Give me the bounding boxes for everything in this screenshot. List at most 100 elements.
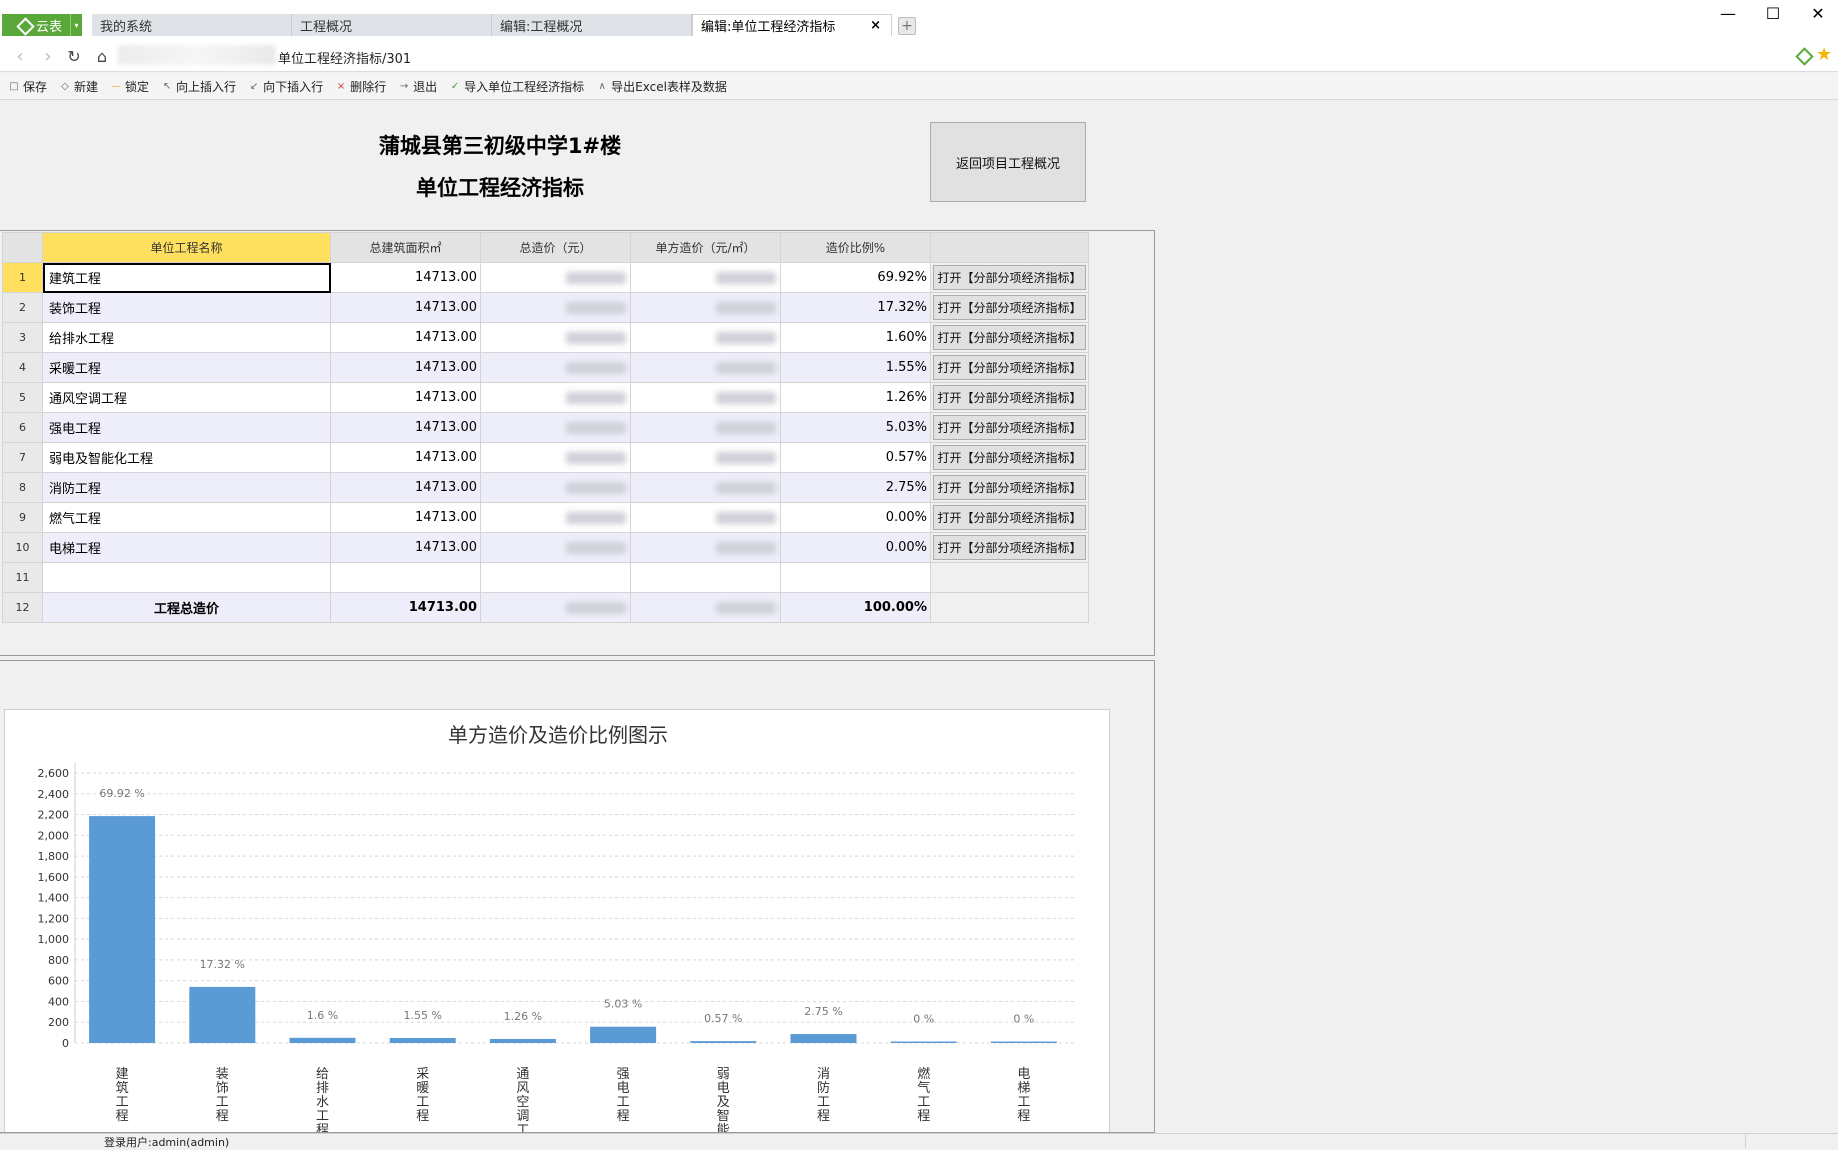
row-number[interactable]: 4 [2,352,43,383]
row-number[interactable]: 5 [2,382,43,413]
unit-name-cell[interactable]: 装饰工程 [42,292,331,323]
ratio-cell[interactable]: 2.75% [780,472,931,503]
row-number[interactable]: 8 [2,472,43,503]
row-number[interactable]: 6 [2,412,43,443]
total-cost-cell[interactable] [480,442,631,473]
total-cost-cell[interactable] [480,382,631,413]
open-subitem-indicators-button[interactable]: 打开【分部分项经济指标】 [933,535,1086,560]
row-number[interactable]: 9 [2,502,43,533]
empty-cell[interactable] [630,562,781,593]
close-window-button[interactable]: ✕ [1798,3,1838,23]
unit-cost-cell[interactable] [630,442,781,473]
minimize-button[interactable]: — [1708,3,1748,23]
unit-cost-cell[interactable] [630,412,781,443]
unit-name-cell[interactable]: 消防工程 [42,472,331,503]
row-number[interactable]: 12 [2,592,43,623]
unit-cost-cell[interactable] [630,502,781,533]
url-text[interactable]: 单位工程经济指标/301 [278,48,411,67]
unit-name-cell[interactable]: 电梯工程 [42,532,331,563]
row-number[interactable]: 1 [2,262,43,293]
chevron-down-icon[interactable]: ▾ [70,14,82,36]
area-cell[interactable]: 14713.00 [330,412,481,443]
unit-cost-cell[interactable] [630,322,781,353]
tab-my-system[interactable]: 我的系统 [92,14,292,36]
unit-cost-cell[interactable] [630,472,781,503]
url-redacted[interactable] [118,45,276,65]
open-subitem-indicators-button[interactable]: 打开【分部分项经济指标】 [933,325,1086,350]
new-button[interactable]: ◇ 新建 [59,78,98,95]
export-excel-button[interactable]: ∧ 导出Excel表样及数据 [596,78,726,95]
tab-edit-unit-indicators[interactable]: 编辑:单位工程经济指标 × [692,14,892,36]
row-number[interactable]: 7 [2,442,43,473]
area-cell[interactable]: 14713.00 [330,262,481,293]
app-menu-button[interactable]: 云表 ▾ [2,14,82,36]
ratio-cell[interactable]: 5.03% [780,412,931,443]
ratio-cell[interactable]: 0.57% [780,442,931,473]
row-number[interactable]: 2 [2,292,43,323]
save-button[interactable]: □ 保存 [8,78,47,95]
empty-cell[interactable] [42,562,331,593]
total-cost-cell[interactable] [480,292,631,323]
open-subitem-indicators-button[interactable]: 打开【分部分项经济指标】 [933,355,1086,380]
area-cell[interactable]: 14713.00 [330,532,481,563]
back-nav-button[interactable]: ‹ [10,46,30,67]
area-cell[interactable]: 14713.00 [330,442,481,473]
ratio-cell[interactable]: 69.92% [780,262,931,293]
back-to-project-button[interactable]: 返回项目工程概况 [930,122,1086,202]
area-cell[interactable]: 14713.00 [330,322,481,353]
open-subitem-indicators-button[interactable]: 打开【分部分项经济指标】 [933,505,1086,530]
area-cell[interactable]: 14713.00 [330,292,481,323]
ratio-cell[interactable]: 0.00% [780,502,931,533]
import-indicators-button[interactable]: ✓ 导入单位工程经济指标 [449,78,584,95]
unit-name-cell[interactable]: 建筑工程 [42,262,331,293]
tab-edit-project-overview[interactable]: 编辑:工程概况 [492,14,692,36]
insert-row-above-button[interactable]: ↖ 向上插入行 [161,78,236,95]
total-cost-cell[interactable] [480,412,631,443]
total-cost-cell[interactable] [480,322,631,353]
unit-name-cell[interactable]: 采暖工程 [42,352,331,383]
total-cost-cell[interactable] [480,502,631,533]
forward-nav-button[interactable]: › [38,46,58,67]
unit-name-cell[interactable]: 强电工程 [42,412,331,443]
exit-button[interactable]: → 退出 [398,78,437,95]
open-subitem-indicators-button[interactable]: 打开【分部分项经济指标】 [933,385,1086,410]
tab-project-overview[interactable]: 工程概况 [292,14,492,36]
unit-cost-cell[interactable] [630,532,781,563]
unit-name-cell[interactable]: 弱电及智能化工程 [42,442,331,473]
area-cell[interactable]: 14713.00 [330,352,481,383]
new-tab-button[interactable]: + [898,17,916,35]
unit-name-cell[interactable]: 通风空调工程 [42,382,331,413]
ratio-cell[interactable]: 0.00% [780,532,931,563]
row-number[interactable]: 3 [2,322,43,353]
unit-cost-cell[interactable] [630,382,781,413]
ratio-cell[interactable]: 1.60% [780,322,931,353]
lock-button[interactable]: — 锁定 [110,78,149,95]
total-cost-cell[interactable] [480,352,631,383]
ratio-cell[interactable]: 1.26% [780,382,931,413]
empty-cell[interactable] [780,562,931,593]
unit-name-cell[interactable]: 给排水工程 [42,322,331,353]
ratio-cell[interactable]: 17.32% [780,292,931,323]
favorite-star-icon[interactable]: ★ [1816,44,1832,65]
area-cell[interactable]: 14713.00 [330,502,481,533]
delete-row-button[interactable]: × 删除行 [335,78,386,95]
maximize-button[interactable]: ☐ [1753,3,1793,23]
area-cell[interactable]: 14713.00 [330,382,481,413]
unit-cost-cell[interactable] [630,262,781,293]
open-subitem-indicators-button[interactable]: 打开【分部分项经济指标】 [933,445,1086,470]
open-subitem-indicators-button[interactable]: 打开【分部分项经济指标】 [933,295,1086,320]
open-subitem-indicators-button[interactable]: 打开【分部分项经济指标】 [933,475,1086,500]
total-cost-cell[interactable] [480,472,631,503]
insert-row-below-button[interactable]: ↙ 向下插入行 [248,78,323,95]
area-cell[interactable]: 14713.00 [330,472,481,503]
close-tab-icon[interactable]: × [870,18,881,33]
empty-cell[interactable] [480,562,631,593]
open-subitem-indicators-button[interactable]: 打开【分部分项经济指标】 [933,415,1086,440]
total-cost-cell[interactable] [480,262,631,293]
open-subitem-indicators-button[interactable]: 打开【分部分项经济指标】 [933,265,1086,290]
row-number[interactable]: 11 [2,562,43,593]
unit-cost-cell[interactable] [630,292,781,323]
home-button[interactable]: ⌂ [92,46,112,66]
ratio-cell[interactable]: 1.55% [780,352,931,383]
empty-cell[interactable] [330,562,481,593]
